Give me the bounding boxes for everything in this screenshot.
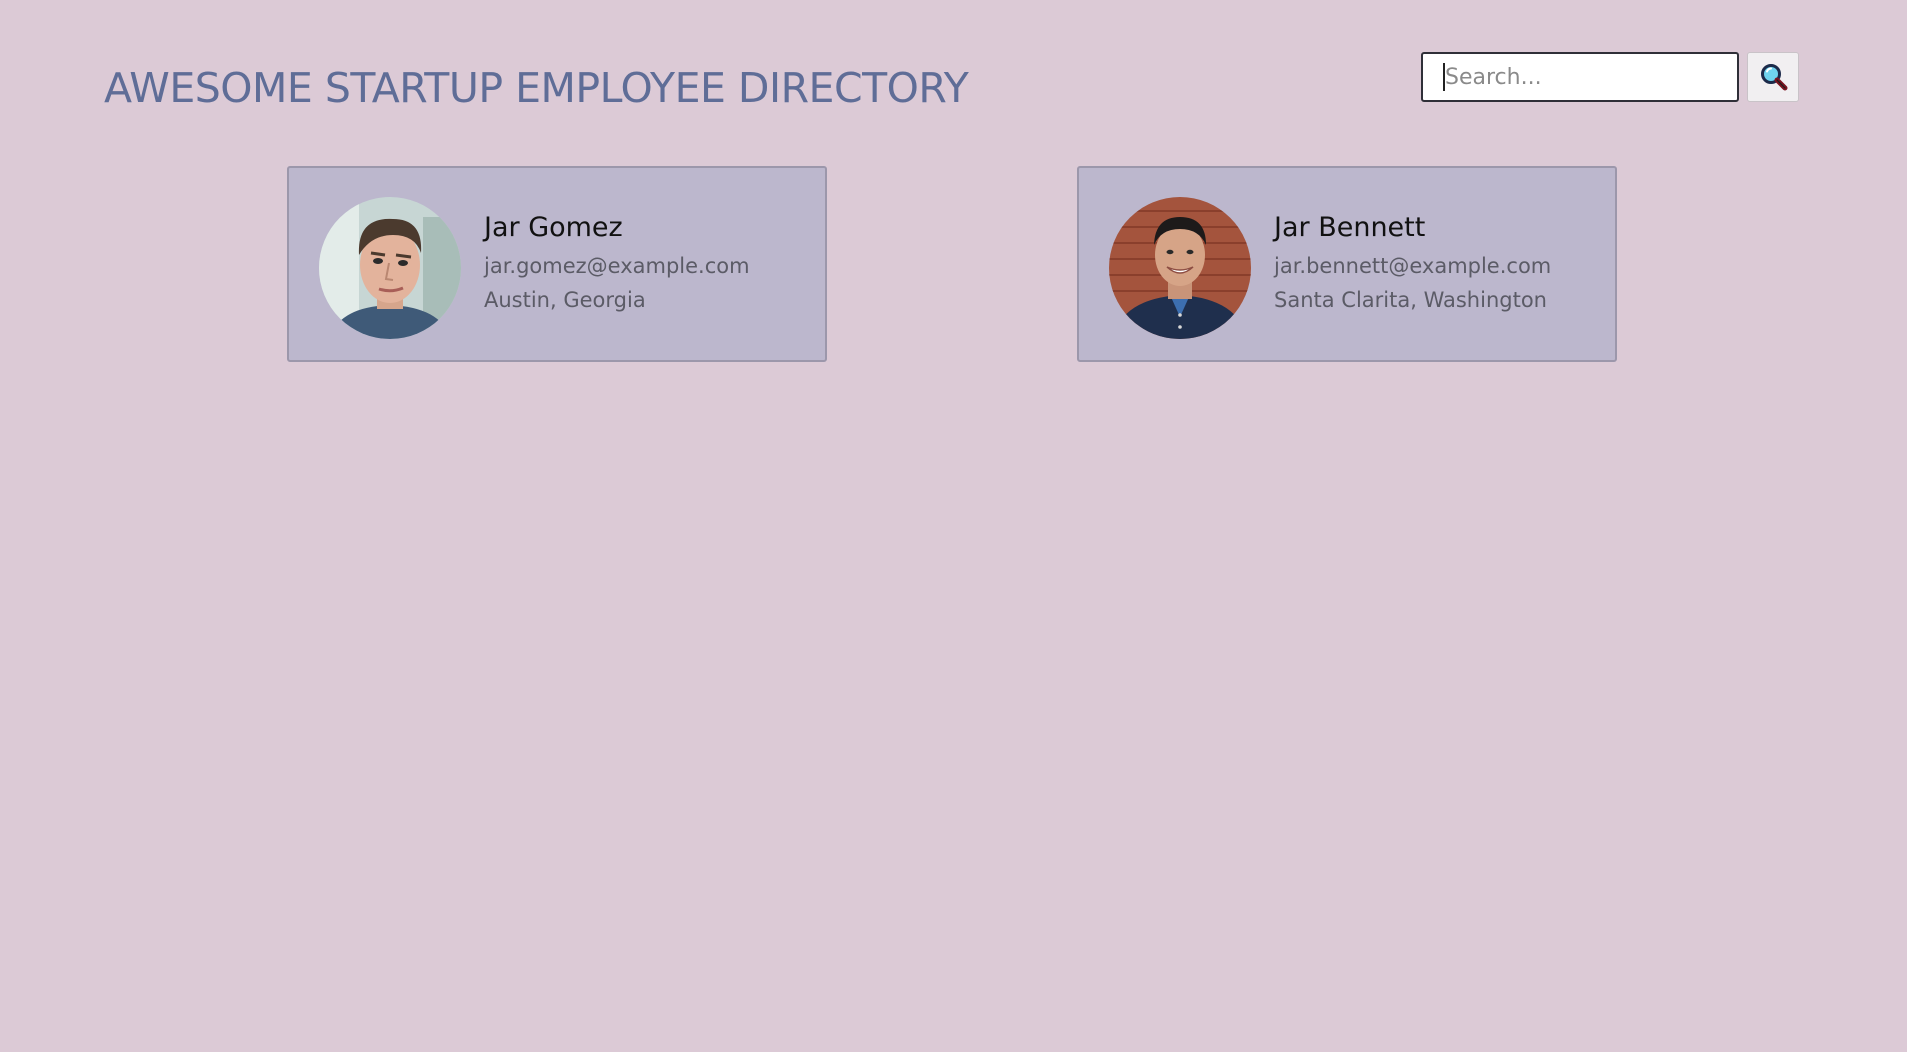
employee-photo bbox=[319, 197, 461, 339]
avatar bbox=[1109, 197, 1251, 339]
employee-email: jar.bennett@example.com bbox=[1274, 254, 1552, 278]
employee-name: Jar Bennett bbox=[1274, 212, 1426, 243]
search-icon bbox=[1761, 64, 1788, 91]
page-title: AWESOME STARTUP EMPLOYEE DIRECTORY bbox=[104, 64, 969, 112]
employee-location: Austin, Georgia bbox=[484, 288, 646, 312]
employee-location: Santa Clarita, Washington bbox=[1274, 288, 1547, 312]
employee-card[interactable]: Jar Gomez jar.gomez@example.com Austin, … bbox=[287, 166, 827, 362]
employee-card[interactable]: Jar Bennett jar.bennett@example.com Sant… bbox=[1077, 166, 1617, 362]
search-input[interactable] bbox=[1421, 52, 1739, 102]
search-button[interactable] bbox=[1747, 52, 1799, 102]
employee-email: jar.gomez@example.com bbox=[484, 254, 750, 278]
employee-photo bbox=[1109, 197, 1251, 339]
text-cursor bbox=[1443, 63, 1445, 91]
page-header: AWESOME STARTUP EMPLOYEE DIRECTORY bbox=[0, 0, 1907, 140]
avatar bbox=[319, 197, 461, 339]
employee-name: Jar Gomez bbox=[484, 212, 623, 243]
